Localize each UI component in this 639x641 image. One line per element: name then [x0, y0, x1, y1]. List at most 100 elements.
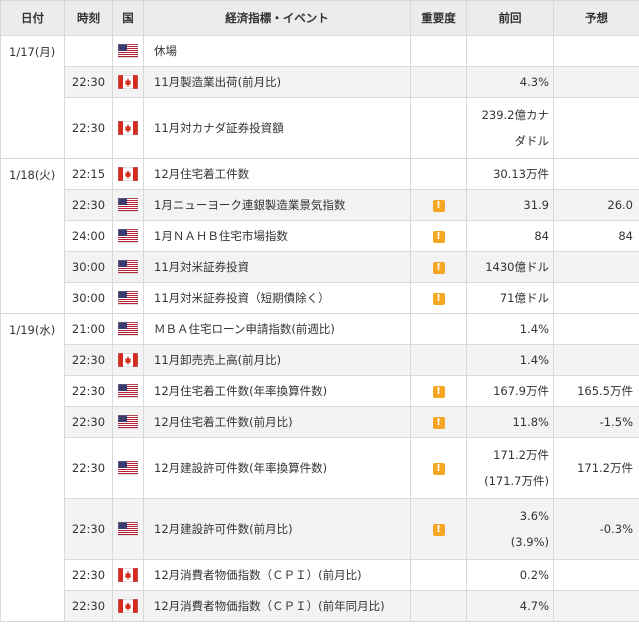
previous-value: 30.13万件 [493, 167, 549, 181]
event-cell: 12月消費者物価指数（ＣＰＩ）(前月比) [143, 559, 411, 591]
importance-cell [410, 97, 467, 159]
previous-value: (171.7万件) [484, 474, 549, 488]
importance-cell: ! [410, 282, 467, 314]
forecast-cell [553, 590, 639, 622]
previous-cell: 167.9万件 [466, 375, 554, 407]
country-cell [112, 375, 144, 407]
country-cell [112, 220, 144, 252]
forecast-cell: -1.5% [553, 406, 639, 438]
forecast-cell: 165.5万件 [553, 375, 639, 407]
country-cell [112, 313, 144, 345]
country-cell [112, 97, 144, 159]
event-cell: 12月住宅着工件数(前月比) [143, 406, 411, 438]
table-row: 22:30 12月消費者物価指数（ＣＰＩ）(前年同月比) 4.7% [1, 590, 639, 622]
importance-cell [410, 66, 467, 98]
previous-cell: 3.6% (3.9%) [466, 498, 554, 560]
calendar-body: 1/17(月) 休場 22:30 11月製造業出荷(前月比) 4.3% 22:30 11月対… [0, 35, 639, 622]
time-cell: 22:30 [64, 375, 113, 407]
table-row: 1/17(月) 休場 [0, 35, 639, 159]
header-time: 時刻 [64, 0, 113, 36]
event-cell: 11月製造業出荷(前月比) [143, 66, 411, 98]
previous-value: 11.8% [512, 415, 549, 429]
event-cell: 11月対カナダ証券投資額 [143, 97, 411, 159]
event-cell: 12月住宅着工件数(年率換算件数) [143, 375, 411, 407]
previous-cell: 84 [466, 220, 554, 252]
time-cell: 22:30 [64, 344, 113, 376]
table-row: 22:30 12月住宅着工件数(年率換算件数)! 167.9万件 165.5万件 [1, 375, 639, 407]
canada-flag-icon [118, 167, 138, 182]
time-cell: 22:30 [64, 559, 113, 591]
previous-cell: 1430億ドル [466, 251, 554, 283]
event-cell: 11月対米証券投資 [143, 251, 411, 283]
importance-cell: ! [410, 189, 467, 221]
forecast-cell [553, 251, 639, 283]
time-cell: 24:00 [64, 220, 113, 252]
previous-value: 1.4% [519, 322, 549, 336]
country-cell [112, 251, 144, 283]
date-cell: 1/17(月) [0, 35, 65, 159]
previous-value: 1430億ドル [485, 260, 549, 274]
country-cell [112, 406, 144, 438]
forecast-cell: -0.3% [553, 498, 639, 560]
previous-cell: 71億ドル [466, 282, 554, 314]
header-event: 経済指標・イベント [143, 0, 411, 36]
previous-cell: 11.8% [466, 406, 554, 438]
us-flag-icon [118, 198, 138, 213]
table-row: 30:00 11月対米証券投資! 1430億ドル [1, 251, 639, 283]
previous-cell: 30.13万件 [466, 158, 554, 190]
forecast-cell [553, 66, 639, 98]
previous-cell: 1.4% [466, 344, 554, 376]
us-flag-icon [118, 415, 138, 430]
time-cell: 22:30 [64, 590, 113, 622]
forecast-cell [553, 158, 639, 190]
importance-cell: ! [410, 375, 467, 407]
exclamation-badge-icon: ! [432, 385, 445, 398]
time-cell: 22:15 [64, 158, 113, 190]
time-cell: 22:30 [64, 97, 113, 159]
canada-flag-icon [118, 75, 138, 90]
header-date: 日付 [0, 0, 65, 36]
canada-flag-icon [118, 568, 138, 583]
event-cell: 12月住宅着工件数 [143, 158, 411, 190]
previous-value: 84 [534, 229, 549, 243]
header-forecast: 予想 [553, 0, 639, 36]
event-cell: 休場 [143, 35, 411, 67]
exclamation-badge-icon: ! [432, 462, 445, 475]
economic-calendar-table: 日付 時刻 国 経済指標・イベント 重要度 前回 予想 1/17(月) 休場 22:… [0, 0, 639, 622]
country-cell [112, 66, 144, 98]
time-cell: 22:30 [64, 437, 113, 499]
previous-cell: 4.3% [466, 66, 554, 98]
table-row: 22:30 1月ニューヨーク連銀製造業景気指数! 31.9 26.0 [1, 189, 639, 221]
time-cell: 21:00 [64, 313, 113, 345]
time-cell: 22:30 [64, 406, 113, 438]
table-row: 22:30 11月製造業出荷(前月比) 4.3% [1, 66, 639, 98]
previous-cell: 1.4% [466, 313, 554, 345]
exclamation-badge-icon: ! [432, 230, 445, 243]
time-cell: 30:00 [64, 282, 113, 314]
forecast-cell [553, 313, 639, 345]
us-flag-icon [118, 322, 138, 337]
country-cell [112, 498, 144, 560]
country-cell [112, 437, 144, 499]
importance-cell: ! [410, 437, 467, 499]
forecast-cell: 26.0 [553, 189, 639, 221]
previous-value: (3.9%) [510, 535, 549, 549]
date-cell: 1/19(水) [0, 313, 65, 622]
forecast-cell [553, 282, 639, 314]
previous-value: 31.9 [523, 198, 549, 212]
forecast-cell [553, 97, 639, 159]
previous-cell: 239.2億カナ ダドル [466, 97, 554, 159]
previous-value: 0.2% [519, 568, 549, 582]
time-cell: 22:30 [64, 189, 113, 221]
time-cell [64, 35, 113, 67]
event-cell: 11月対米証券投資（短期債除く） [143, 282, 411, 314]
exclamation-badge-icon: ! [432, 292, 445, 305]
table-row: 22:30 12月建設許可件数(年率換算件数)! 171.2万件 (171.7万件) 1… [1, 437, 639, 499]
previous-cell: 4.7% [466, 590, 554, 622]
previous-value: 4.7% [519, 599, 549, 613]
event-cell: 1月ＮＡＨＢ住宅市場指数 [143, 220, 411, 252]
event-cell: 1月ニューヨーク連銀製造業景気指数 [143, 189, 411, 221]
us-flag-icon [118, 461, 138, 476]
country-cell [112, 158, 144, 190]
importance-cell: ! [410, 251, 467, 283]
